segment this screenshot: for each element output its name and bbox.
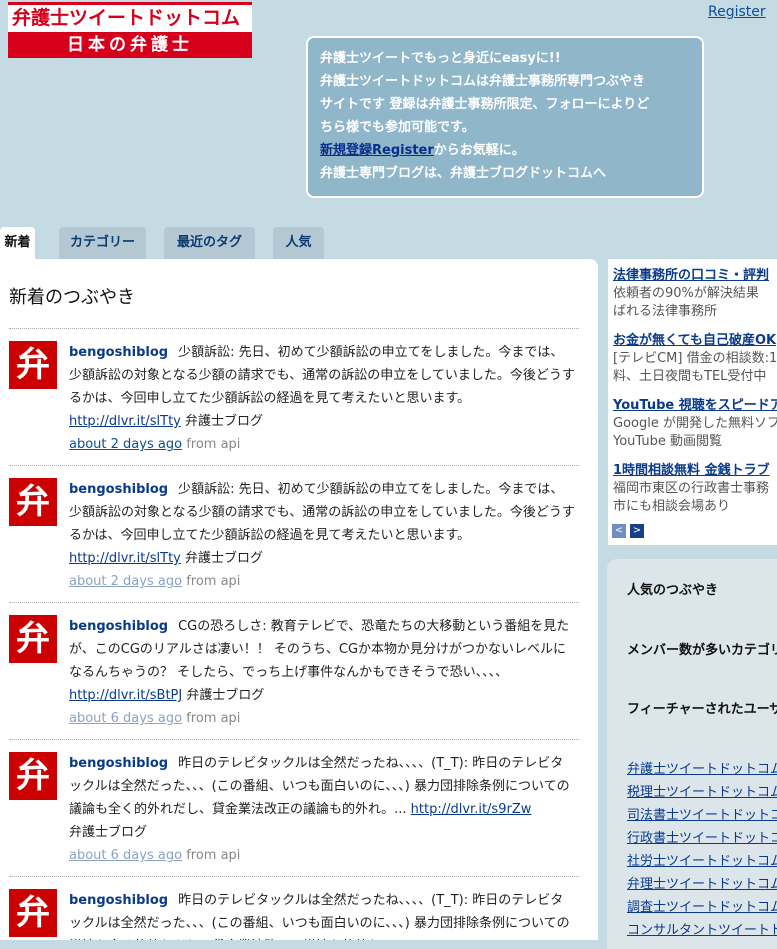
ad-desc: 依頼者の90%が解決結果 bbox=[613, 286, 759, 301]
ad-item: お金が無くても自己破産OK [テレビCM] 借金の相談数:1 料、土日夜間もTE… bbox=[613, 332, 777, 386]
tweet-time-link[interactable]: about 6 days ago bbox=[69, 848, 182, 863]
tweet-source: from api bbox=[186, 437, 241, 452]
tweet-url-link[interactable]: http://dlvr.it/slTty bbox=[69, 414, 181, 429]
tweet-time-link[interactable]: about 2 days ago bbox=[69, 437, 182, 452]
avatar[interactable]: 弁 bbox=[9, 615, 57, 663]
divider bbox=[9, 876, 579, 877]
avatar[interactable]: 弁 bbox=[9, 478, 57, 526]
avatar[interactable]: 弁 bbox=[9, 341, 57, 389]
members-heading: メンバー数が多いカテゴリ bbox=[627, 643, 777, 658]
tab-new[interactable]: 新着 bbox=[0, 227, 35, 259]
info-line-6[interactable]: 弁護士専門ブログは、弁護士ブログドットコムへ bbox=[320, 162, 690, 185]
tweet-suffix: 弁護士ブログ bbox=[185, 414, 264, 429]
ad-item: 法律事務所の口コミ・評判 依頼者の90%が解決結果 ばれる法律事務所 bbox=[613, 267, 777, 321]
info-line-5: 新規登録Registerからお気軽に。 bbox=[320, 139, 690, 162]
tweet-time-link[interactable]: about 2 days ago bbox=[69, 574, 182, 589]
ad-title-link[interactable]: 1時間相談無料 金銭トラブ bbox=[613, 462, 777, 480]
ad-title-link[interactable]: お金が無くても自己破産OK bbox=[613, 332, 777, 350]
site-logo[interactable]: 弁護士ツイートドットコム 日本の弁護士 bbox=[8, 2, 252, 58]
sidebar: 人気のつぶやき メンバー数が多いカテゴリ フィーチャーされたユーザ 弁護士ツイー… bbox=[607, 559, 777, 949]
tweet-user-link[interactable]: bengoshiblog bbox=[69, 345, 168, 360]
info-line-2: 弁護士ツイートドットコムは弁護士事務所専門つぶやき bbox=[320, 74, 646, 89]
info-line-3: サイトです 登録は弁護士事務所限定、フォローによりど bbox=[320, 97, 650, 112]
tweet-meta: about 6 days ago from api bbox=[69, 848, 240, 863]
page-title: 新着のつぶやき bbox=[9, 287, 135, 308]
sidebar-link[interactable]: 税理士ツイートドットコム bbox=[627, 781, 777, 800]
tweet-meta: about 2 days ago from api bbox=[69, 437, 240, 452]
sidebar-link[interactable]: コンサルタントツイートド bbox=[627, 919, 777, 938]
tweet-meta: about 2 days ago from api bbox=[69, 574, 240, 589]
tweet-body: bengoshiblog 少額訴訟: 先日、初めて少額訴訟の申立てをしました。今ま… bbox=[69, 478, 575, 593]
tweet-url-link[interactable]: http://dlvr.it/sBtPJ bbox=[69, 688, 182, 703]
ad-desc: [テレビCM] 借金の相談数:1 bbox=[613, 351, 777, 366]
ads-panel: 法律事務所の口コミ・評判 依頼者の90%が解決結果 ばれる法律事務所 お金が無く… bbox=[608, 259, 777, 545]
tweet-user-link[interactable]: bengoshiblog bbox=[69, 756, 168, 771]
sidebar-link[interactable]: 調査士ツイートドットコム bbox=[627, 896, 777, 915]
tweet-suffix: 弁護士ブログ bbox=[69, 825, 148, 840]
ad-desc: 福岡市東区の行政書士事務 bbox=[613, 481, 770, 496]
tweet-body: bengoshiblog 少額訴訟: 先日、初めて少額訴訟の申立てをしました。今ま… bbox=[69, 341, 575, 456]
register-link[interactable]: Register bbox=[708, 4, 766, 20]
ad-desc: Google が開発した無料ソフ bbox=[613, 416, 777, 431]
tab-category[interactable]: カテゴリー bbox=[59, 227, 146, 259]
tweet-suffix: 弁護士ブログ bbox=[186, 688, 265, 703]
avatar[interactable]: 弁 bbox=[9, 889, 57, 937]
info-line-5-suffix: からお気軽に。 bbox=[433, 143, 525, 158]
info-line-4: ちら様でも参加可能です。 bbox=[320, 120, 475, 135]
ad-item: 1時間相談無料 金銭トラブ 福岡市東区の行政書士事務 市にも相談会場あり bbox=[613, 462, 777, 516]
tweet-meta: about 6 days ago from api bbox=[69, 711, 240, 726]
sidebar-link[interactable]: 社労士ツイートドットコム bbox=[627, 850, 777, 869]
tweet-body: bengoshiblog 昨日のテレビタックルは全然だったね、、、、(T_T): … bbox=[69, 752, 575, 867]
avatar[interactable]: 弁 bbox=[9, 752, 57, 800]
sidebar-link[interactable]: 弁理士ツイートドットコム bbox=[627, 873, 777, 892]
ad-desc: ばれる法律事務所 bbox=[613, 304, 718, 319]
ad-title-link[interactable]: 法律事務所の口コミ・評判 bbox=[613, 267, 777, 285]
ad-desc: 市にも相談会場あり bbox=[613, 499, 731, 514]
signup-link[interactable]: 新規登録Register bbox=[320, 143, 434, 158]
tweet-user-link[interactable]: bengoshiblog bbox=[69, 619, 168, 634]
tweet-user-link[interactable]: bengoshiblog bbox=[69, 893, 168, 908]
tweet-body: bengoshiblog CGの恐ろしさ: 教育テレビで、恐竜たちの大移動という番… bbox=[69, 615, 575, 730]
divider bbox=[9, 602, 579, 603]
divider bbox=[9, 328, 579, 329]
ad-desc: 料、土日夜間もTEL受付中 bbox=[613, 369, 767, 384]
tweet-suffix: 弁護士ブログ bbox=[185, 551, 264, 566]
tweet-url-link[interactable]: http://dlvr.it/s9rZw bbox=[411, 802, 532, 817]
tab-popular[interactable]: 人気 bbox=[273, 227, 324, 259]
tab-recent-tags[interactable]: 最近のタグ bbox=[164, 227, 255, 259]
sidebar-link[interactable]: 弁護士ツイートドットコム bbox=[627, 758, 777, 777]
tweet-url-link[interactable]: http://dlvr.it/slTty bbox=[69, 551, 181, 566]
logo-title: 弁護士ツイートドットコム bbox=[8, 2, 252, 32]
tweet-user-link[interactable]: bengoshiblog bbox=[69, 482, 168, 497]
tweet-source: from api bbox=[186, 848, 241, 863]
divider bbox=[9, 465, 579, 466]
info-line-1: 弁護士ツイートでもっと身近にeasyに!! bbox=[320, 51, 561, 66]
chevron-right-icon[interactable]: > bbox=[630, 524, 644, 538]
logo-subtitle: 日本の弁護士 bbox=[8, 32, 252, 58]
ad-title-link[interactable]: YouTube 視聴をスピードア bbox=[613, 397, 777, 415]
ad-item: YouTube 視聴をスピードア Google が開発した無料ソフ YouTub… bbox=[613, 397, 777, 451]
chevron-left-icon[interactable]: < bbox=[612, 524, 626, 538]
main-content: 新着のつぶやき 弁 bengoshiblog 少額訴訟: 先日、初めて少額訴訟の申… bbox=[0, 259, 598, 940]
sidebar-link[interactable]: 司法書士ツイートドットコム bbox=[627, 804, 777, 823]
tweet-time-link[interactable]: about 6 days ago bbox=[69, 711, 182, 726]
tweet-source: from api bbox=[186, 711, 241, 726]
info-box: 弁護士ツイートでもっと身近にeasyに!! 弁護士ツイートドットコムは弁護士事務… bbox=[306, 36, 704, 198]
featured-heading: フィーチャーされたユーザ bbox=[627, 702, 777, 717]
popular-heading: 人気のつぶやき bbox=[627, 583, 719, 598]
tweet-source: from api bbox=[186, 574, 241, 589]
tweet-body: bengoshiblog 昨日のテレビタックルは全然だったね、、、、(T_T): … bbox=[69, 889, 575, 940]
sidebar-link[interactable]: 行政書士ツイートドットコム bbox=[627, 827, 777, 846]
divider bbox=[9, 739, 579, 740]
ad-desc: YouTube 動画閲覧 bbox=[613, 434, 722, 449]
